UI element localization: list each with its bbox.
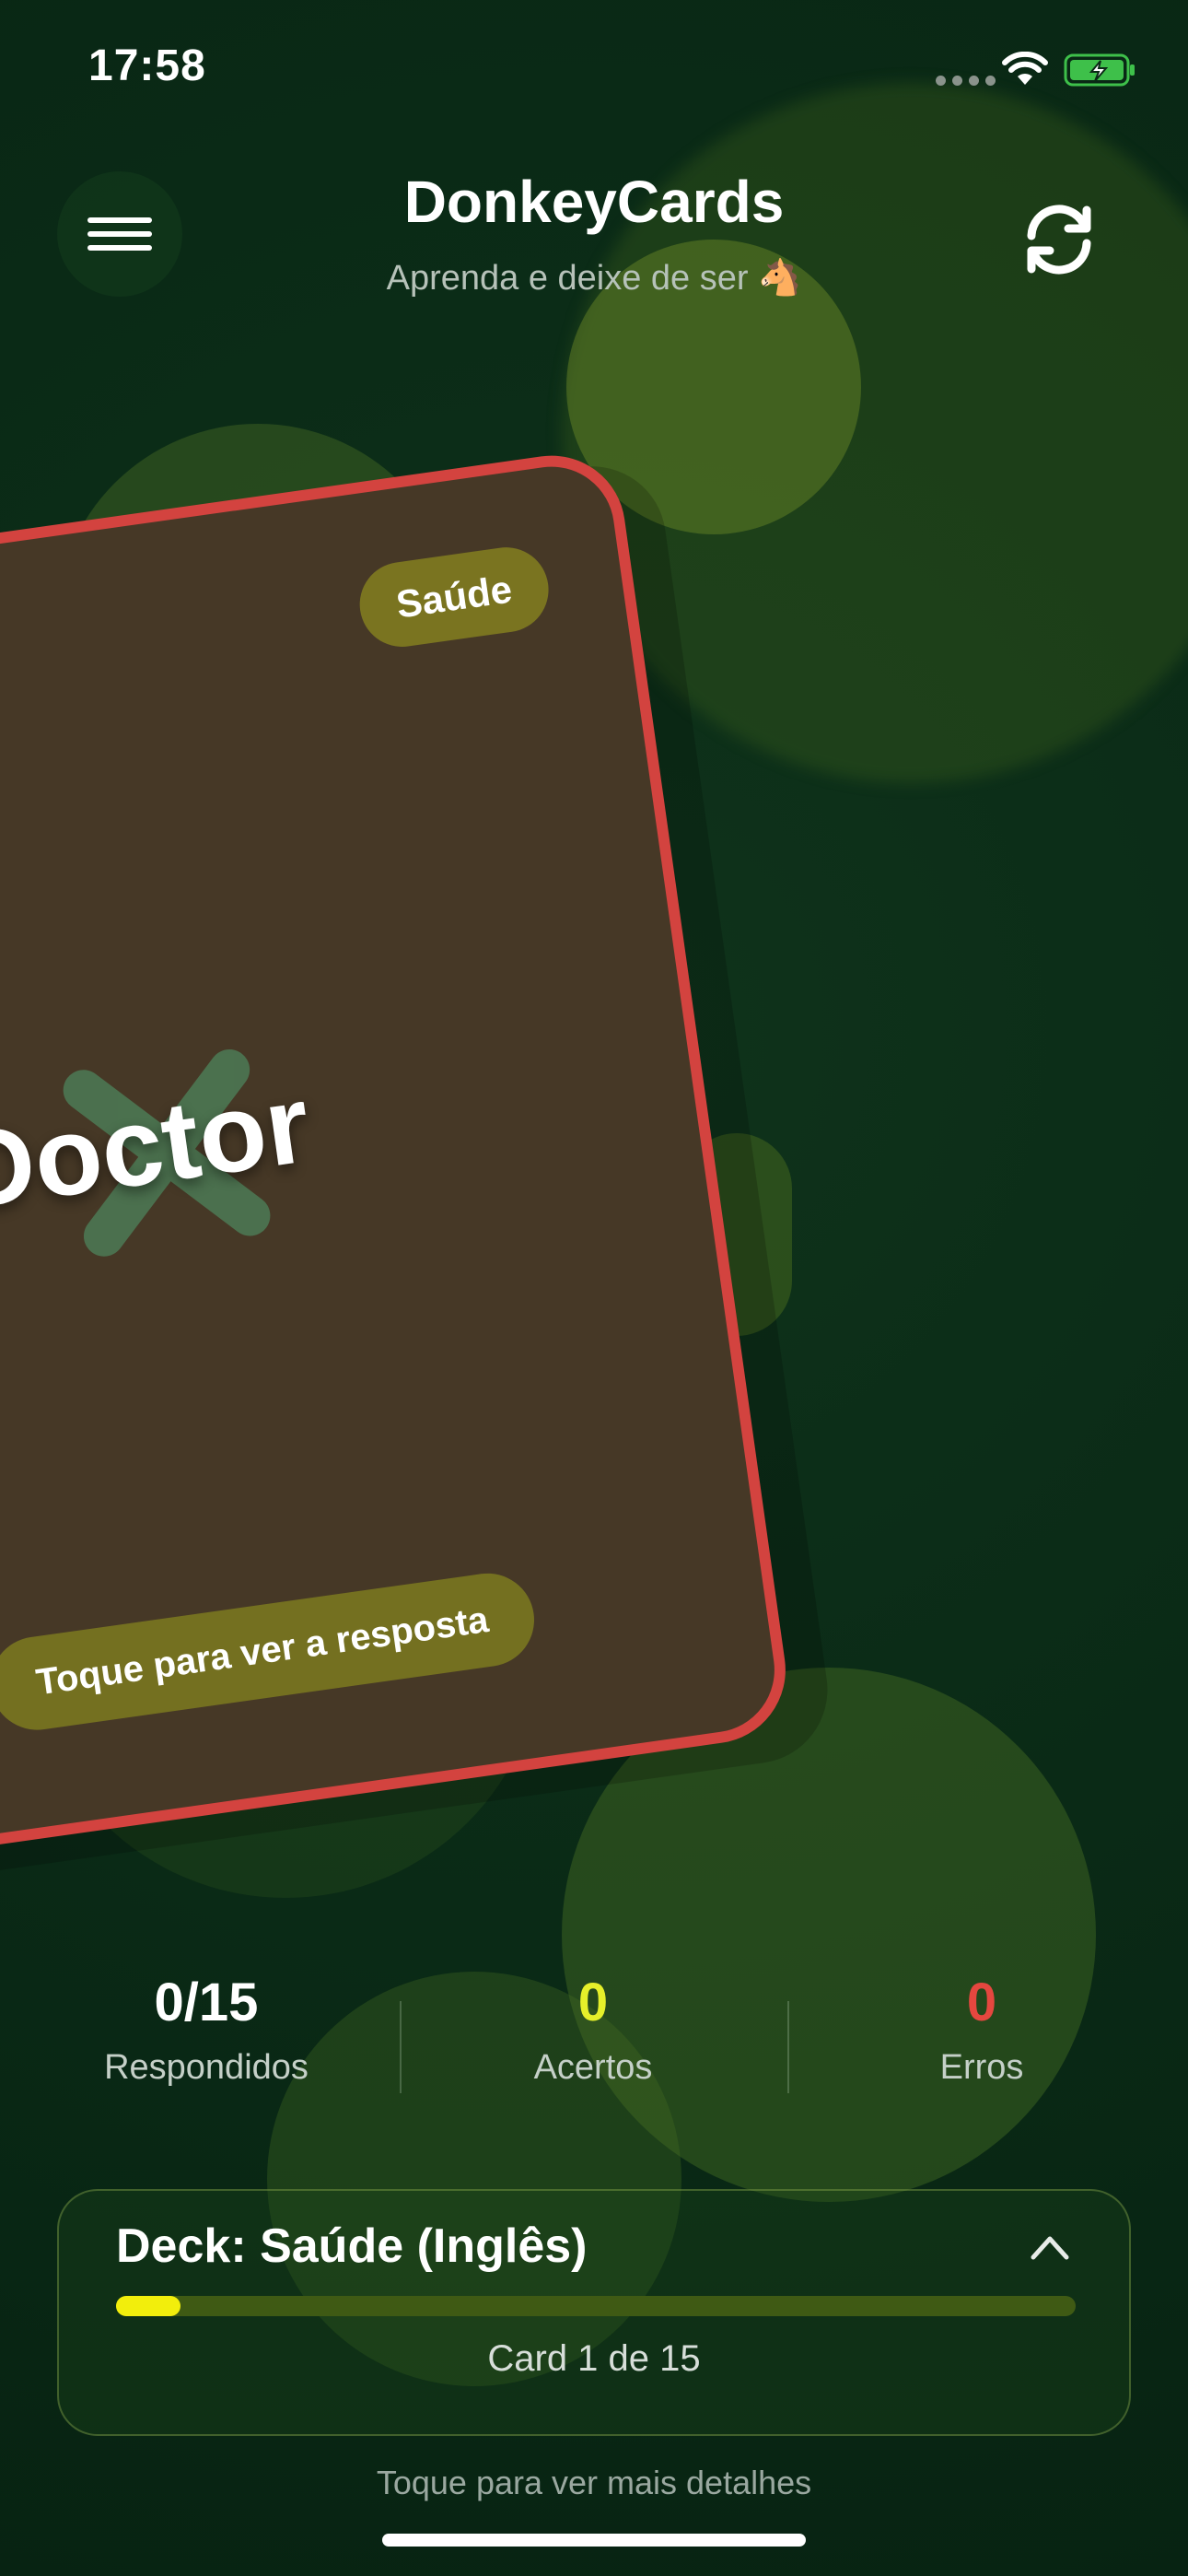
stat-answered-label: Respondidos	[104, 2048, 309, 2087]
stat-answered-value: 0/15	[154, 1973, 259, 2032]
stat-errors-value: 0	[966, 1973, 997, 2032]
stat-errors: 0 Erros	[816, 1972, 1147, 2088]
deck-panel[interactable]: Deck: Saúde (Inglês) Card 1 de 15	[57, 2189, 1131, 2436]
hamburger-menu-icon	[87, 209, 152, 259]
stat-errors-label: Erros	[939, 2048, 1024, 2087]
stat-answered: 0/15 Respondidos	[41, 1972, 372, 2088]
stats-divider	[400, 2001, 402, 2093]
wifi-icon	[1002, 52, 1048, 85]
stats-row: 0/15 Respondidos 0 Acertos 0 Erros	[0, 1972, 1188, 2137]
cellular-signal-icon	[936, 76, 996, 86]
app-screen: 17:58 DonkeyCards Aprenda e deixe de ser…	[0, 0, 1188, 2576]
details-hint[interactable]: Toque para ver mais detalhes	[0, 2464, 1188, 2502]
home-indicator[interactable]	[382, 2534, 806, 2547]
status-bar: 17:58	[0, 0, 1188, 138]
card-category-badge: Saúde	[354, 542, 554, 652]
battery-charging-icon	[1064, 53, 1135, 87]
app-subtitle: Aprenda e deixe de ser 🐴	[386, 259, 802, 298]
card-reveal-hint[interactable]: Toque para ver a resposta	[0, 1567, 541, 1737]
status-time: 17:58	[88, 41, 206, 90]
chevron-up-icon[interactable]	[1030, 2233, 1070, 2261]
stats-divider	[787, 2001, 789, 2093]
stat-correct: 0 Acertos	[427, 1972, 759, 2088]
stat-correct-value: 0	[577, 1973, 609, 2032]
menu-button[interactable]	[57, 171, 182, 297]
deck-title: Deck: Saúde (Inglês)	[116, 2219, 588, 2273]
deck-progress-bar	[116, 2296, 1076, 2316]
deck-progress-fill	[116, 2296, 181, 2316]
stat-correct-label: Acertos	[533, 2048, 653, 2087]
deck-card-counter: Card 1 de 15	[487, 2338, 701, 2379]
app-title: DonkeyCards	[403, 169, 785, 235]
refresh-icon[interactable]	[1013, 193, 1105, 286]
